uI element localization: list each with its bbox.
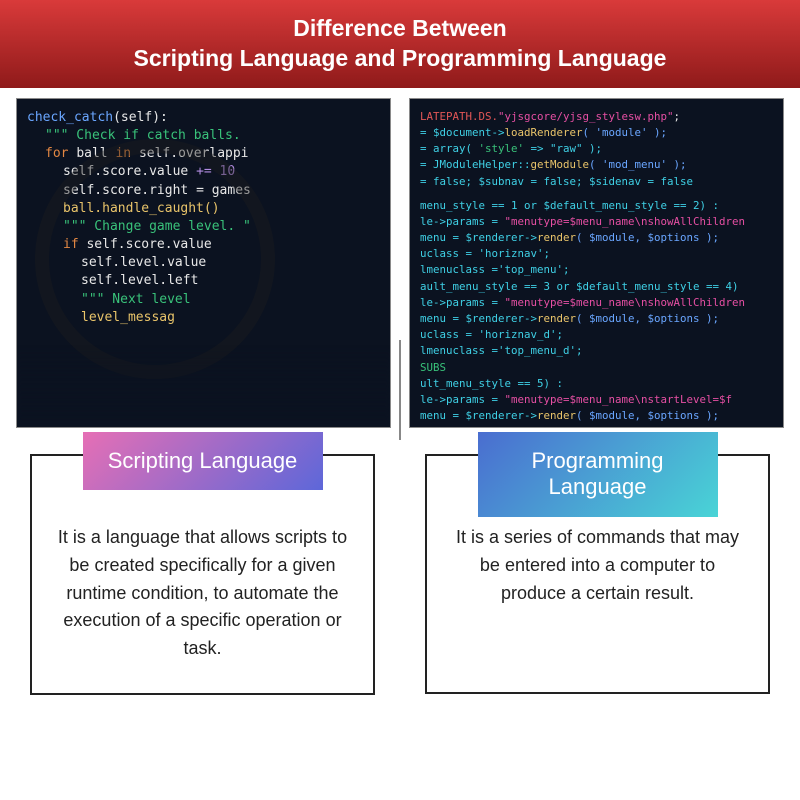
header-line1: Difference Between <box>293 15 506 41</box>
programming-box: Programming Language It is a series of c… <box>425 454 770 695</box>
page-header: Difference Between Scripting Language an… <box>0 0 800 88</box>
programming-title: Programming Language <box>478 432 718 517</box>
header-line2: Scripting Language and Programming Langu… <box>134 45 667 71</box>
vertical-divider <box>399 340 401 440</box>
scripting-title: Scripting Language <box>83 432 323 490</box>
scripting-box: Scripting Language It is a language that… <box>30 454 375 695</box>
programming-code-image: LATEPATH.DS."yjsgcore/yjsg_stylesw.php";… <box>409 98 784 428</box>
blur-overlay <box>17 347 390 427</box>
definitions-row: Scripting Language It is a language that… <box>0 448 800 701</box>
scripting-code-image: check_catch(self): """ Check if catch ba… <box>16 98 391 428</box>
